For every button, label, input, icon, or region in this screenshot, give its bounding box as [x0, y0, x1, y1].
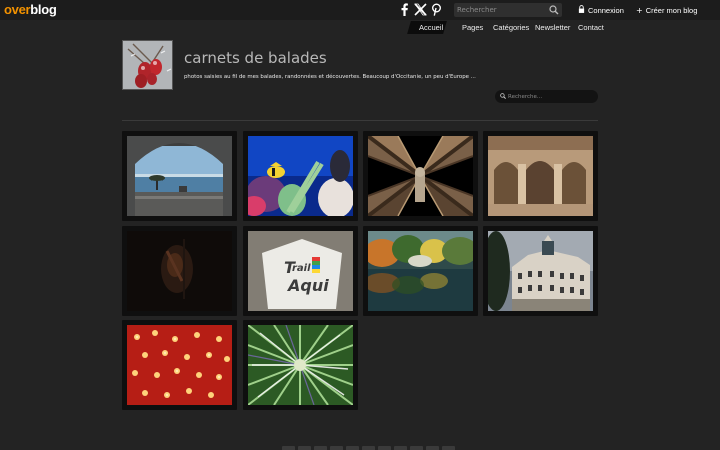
create-blog-label: Créer mon blog: [645, 5, 698, 15]
blog-search: [495, 90, 598, 103]
search-icon: [500, 93, 506, 101]
pagination-button[interactable]: [362, 446, 375, 450]
pagination-button[interactable]: [394, 446, 407, 450]
blog-description: photos saisies au fil de mes balades, ra…: [184, 74, 476, 80]
photo-thumbnail-arch-seaview[interactable]: [122, 131, 237, 221]
pagination-button[interactable]: [410, 446, 423, 450]
nav-item-contact[interactable]: Contact: [578, 21, 604, 34]
photo-thumbnail-ornate-building[interactable]: [483, 226, 598, 316]
pagination-button[interactable]: [346, 446, 359, 450]
pinterest-icon[interactable]: [430, 3, 443, 16]
nav-item-categories[interactable]: Catégories: [493, 21, 529, 34]
overblog-logo[interactable]: overblog: [4, 2, 57, 17]
photo-thumbnail-wooden-roof[interactable]: [363, 131, 478, 221]
x-icon[interactable]: [414, 3, 427, 16]
overblog-topbar: overblog Connexion + Créer mon blog: [0, 0, 720, 20]
plus-icon: +: [636, 5, 643, 15]
pagination-button[interactable]: [426, 446, 439, 450]
lock-icon: [578, 5, 585, 15]
topbar-search-input[interactable]: [457, 3, 547, 17]
nav-item-accueil[interactable]: Accueil: [419, 21, 443, 34]
photo-thumbnail-autumn-lake[interactable]: [363, 226, 478, 316]
login-link[interactable]: Connexion: [578, 4, 624, 16]
header-divider: [122, 120, 598, 121]
facebook-icon[interactable]: [398, 3, 411, 17]
create-blog-link[interactable]: + Créer mon blog: [636, 4, 697, 16]
logo-part-over: over: [4, 2, 31, 17]
blog-title[interactable]: carnets de balades: [184, 49, 327, 67]
svg-text:Aqui: Aqui: [286, 276, 329, 295]
photo-thumbnail-dark-statue[interactable]: [122, 226, 237, 316]
photo-thumbnail-trail-sign[interactable]: T rail Aqui: [243, 226, 358, 316]
topbar-search: [454, 3, 562, 17]
logo-part-blog: blog: [30, 2, 57, 17]
blog-avatar[interactable]: [122, 40, 173, 90]
svg-text:rail: rail: [292, 263, 311, 274]
photo-thumbnail-red-lights[interactable]: [122, 320, 237, 410]
login-label: Connexion: [588, 5, 624, 15]
pagination-button[interactable]: [282, 446, 295, 450]
photo-thumbnail-aquarium-fish[interactable]: [243, 131, 358, 221]
photo-thumbnail-cloister-arches[interactable]: [483, 131, 598, 221]
pagination-button[interactable]: [378, 446, 391, 450]
nav-item-newsletter[interactable]: Newsletter: [535, 21, 570, 34]
search-icon[interactable]: [549, 5, 559, 15]
pagination-button[interactable]: [298, 446, 311, 450]
pagination-button[interactable]: [314, 446, 327, 450]
blog-search-input[interactable]: [508, 90, 592, 103]
nav-item-pages[interactable]: Pages: [462, 21, 483, 34]
pagination-button[interactable]: [442, 446, 455, 450]
photo-thumbnail-zoom-burst-flowers[interactable]: [243, 320, 358, 410]
pagination-button[interactable]: [330, 446, 343, 450]
